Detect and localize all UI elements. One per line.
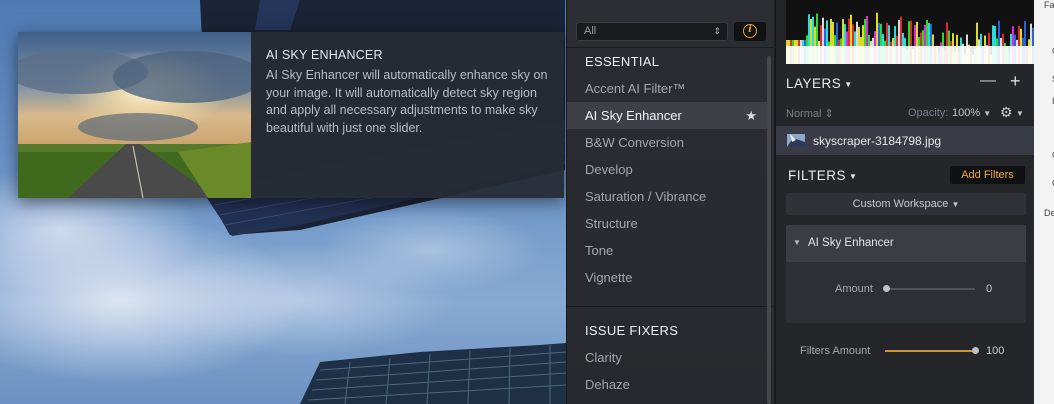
histogram bbox=[786, 0, 1034, 64]
chevron-down-icon: ▼ bbox=[983, 109, 992, 118]
catalog-item-dehaze[interactable]: Dehaze bbox=[567, 371, 767, 398]
catalog-item-ai-sky-enhancer[interactable]: AI Sky Enhancer ★ bbox=[567, 102, 767, 129]
section-title-issue-fixers: ISSUE FIXERS bbox=[585, 323, 679, 338]
filters-amount-slider-knob[interactable] bbox=[972, 347, 979, 354]
chevron-down-icon: ▼ bbox=[951, 200, 960, 209]
layer-row[interactable]: skyscraper-3184798.jpg bbox=[776, 126, 1035, 155]
filter-preview-tooltip: AI SKY ENHANCER AI Sky Enhancer will aut… bbox=[18, 32, 564, 198]
catalog-scrollbar[interactable] bbox=[767, 56, 771, 404]
category-select[interactable]: All ⇕ bbox=[576, 22, 728, 41]
filters-title[interactable]: FILTERS ▼ bbox=[788, 168, 857, 183]
amount-slider-knob[interactable] bbox=[883, 285, 890, 292]
catalog-item-clarity[interactable]: Clarity bbox=[567, 344, 767, 371]
add-layer-button[interactable]: + bbox=[1010, 71, 1021, 92]
layer-thumbnail bbox=[787, 134, 805, 147]
opacity-select[interactable]: 100% ▼ bbox=[952, 107, 991, 119]
collapse-triangle-icon[interactable]: ▼ bbox=[793, 238, 801, 247]
tooltip-description: AI Sky Enhancer will automatically enhan… bbox=[266, 68, 548, 135]
catalog-item-structure[interactable]: Structure bbox=[567, 210, 767, 237]
chevron-down-icon: ▼ bbox=[1016, 109, 1024, 118]
filters-amount-value: 100 bbox=[986, 345, 1005, 357]
catalog-item-bw-conversion[interactable]: B&W Conversion bbox=[567, 129, 767, 156]
divider bbox=[567, 306, 775, 307]
chevron-down-icon: ▼ bbox=[849, 171, 858, 181]
gear-icon[interactable]: ⚙ bbox=[1000, 104, 1013, 121]
filter-preview-image bbox=[18, 32, 251, 198]
catalog-item-vignette[interactable]: Vignette bbox=[567, 264, 767, 291]
divider bbox=[567, 47, 775, 48]
amount-slider-track[interactable] bbox=[886, 288, 975, 290]
filter-catalog-panel: All ⇕ i ESSENTIAL Accent AI Filter™ AI S… bbox=[566, 0, 775, 404]
catalog-item-saturation-vibrance[interactable]: Saturation / Vibrance bbox=[567, 183, 767, 210]
adjacent-window-strip: Fa C S I C C De bbox=[1034, 0, 1054, 404]
amount-value: 0 bbox=[986, 283, 993, 295]
strip-text: Fa bbox=[1044, 0, 1054, 10]
filters-amount-label: Filters Amount bbox=[800, 345, 871, 357]
amount-label: Amount bbox=[835, 283, 873, 295]
blend-mode-select[interactable]: Normal ⇕ bbox=[786, 107, 834, 120]
category-select-value: All bbox=[584, 25, 597, 37]
layers-title[interactable]: LAYERS ▼ bbox=[786, 76, 853, 91]
filters-amount-slider-fill bbox=[885, 350, 975, 352]
updown-chevron-icon: ⇕ bbox=[713, 26, 721, 36]
catalog-item-accent-ai[interactable]: Accent AI Filter™ bbox=[567, 75, 767, 102]
tooltip-title: AI SKY ENHANCER bbox=[266, 48, 383, 62]
filter-card-header[interactable]: ▼ AI Sky Enhancer bbox=[786, 225, 1026, 262]
info-icon: i bbox=[743, 24, 757, 38]
remove-layer-button[interactable]: — bbox=[980, 72, 996, 90]
chevron-down-icon: ▼ bbox=[844, 79, 853, 89]
layer-name: skyscraper-3184798.jpg bbox=[813, 134, 942, 148]
catalog-item-label: AI Sky Enhancer bbox=[585, 108, 682, 123]
catalog-item-develop[interactable]: Develop bbox=[567, 156, 767, 183]
strip-text: De bbox=[1044, 208, 1054, 218]
filter-card-name: AI Sky Enhancer bbox=[808, 237, 894, 249]
right-panel: LAYERS ▼ — + Normal ⇕ Opacity: 100% ▼ ⚙ ▼… bbox=[775, 0, 1035, 404]
star-favorite-icon[interactable]: ★ bbox=[745, 102, 757, 129]
updown-chevron-icon: ⇕ bbox=[824, 108, 834, 120]
filter-card: ▼ AI Sky Enhancer Amount 0 bbox=[786, 225, 1026, 323]
info-button[interactable]: i bbox=[734, 22, 766, 41]
add-filters-button[interactable]: Add Filters bbox=[950, 166, 1025, 184]
workspace-select[interactable]: Custom Workspace ▼ bbox=[786, 193, 1026, 215]
opacity-label: Opacity: bbox=[908, 107, 949, 119]
section-title-essential: ESSENTIAL bbox=[585, 54, 660, 69]
catalog-item-tone[interactable]: Tone bbox=[567, 237, 767, 264]
